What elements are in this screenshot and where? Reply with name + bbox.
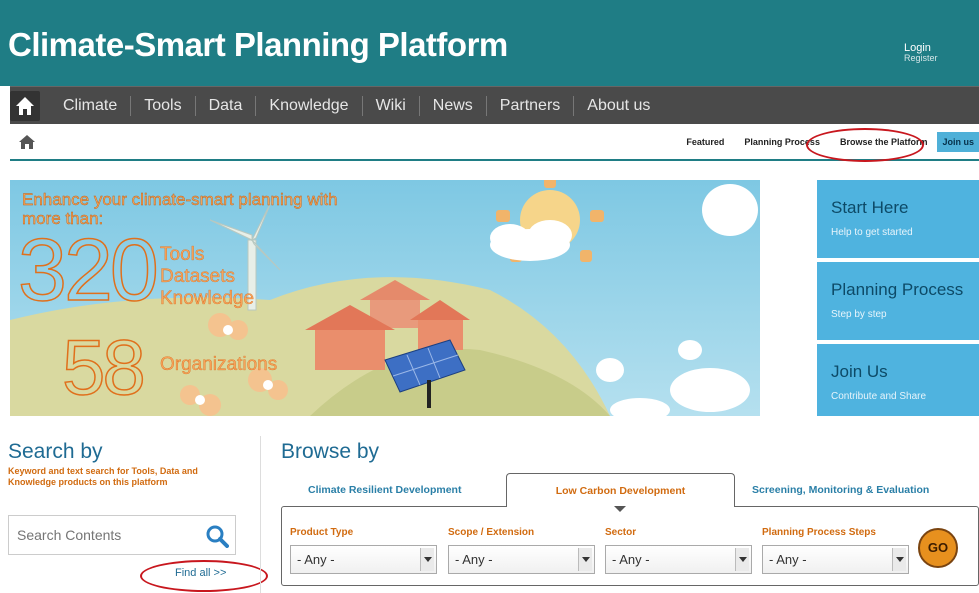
planning-process-panel[interactable]: Planning Process Step by step xyxy=(817,262,979,340)
banner-product-types: Tools Datasets Knowledge xyxy=(160,244,254,310)
sector-select[interactable]: - Any - xyxy=(605,545,752,574)
banner-organizations-label: Organizations xyxy=(160,354,278,375)
tab-low-carbon[interactable]: Low Carbon Development xyxy=(506,473,735,507)
home-icon xyxy=(16,97,34,115)
account-links: Login Register xyxy=(904,42,974,63)
chevron-down-icon xyxy=(578,548,592,571)
hero-banner[interactable]: Enhance your climate-smart planning with… xyxy=(10,180,760,416)
nav-item-knowledge[interactable]: Knowledge xyxy=(255,96,361,116)
active-tab-indicator xyxy=(614,506,626,512)
search-box xyxy=(8,515,236,555)
panel-title: Join Us xyxy=(831,362,888,381)
select-value: - Any - xyxy=(612,552,650,567)
planning-steps-select[interactable]: - Any - xyxy=(762,545,909,574)
chevron-down-icon xyxy=(420,548,434,571)
scope-extension-label: Scope / Extension xyxy=(448,527,535,538)
nav-item-climate[interactable]: Climate xyxy=(52,96,130,116)
product-type-select[interactable]: - Any - xyxy=(290,545,437,574)
panel-subtitle: Step by step xyxy=(831,309,887,320)
panel-subtitle: Contribute and Share xyxy=(831,391,927,402)
banner-count-products: 320 xyxy=(17,220,159,319)
go-button[interactable]: GO xyxy=(918,528,958,568)
panel-title: Planning Process xyxy=(831,280,964,299)
scope-extension-select[interactable]: - Any - xyxy=(448,545,595,574)
register-link[interactable]: Register xyxy=(904,53,974,63)
nav-item-tools[interactable]: Tools xyxy=(130,96,194,116)
select-value: - Any - xyxy=(297,552,335,567)
join-us-link[interactable]: Join us xyxy=(937,132,979,152)
sector-label: Sector xyxy=(605,527,637,538)
banner-count-organizations: 58 xyxy=(61,323,146,411)
section-divider xyxy=(260,436,261,593)
panel-title: Start Here xyxy=(831,198,909,217)
banner-line-knowledge: Knowledge xyxy=(160,288,255,309)
main-nav: Climate Tools Data Knowledge Wiki News P… xyxy=(10,86,979,124)
nav-item-news[interactable]: News xyxy=(418,96,486,116)
featured-link[interactable]: Featured xyxy=(686,137,724,147)
nav-item-partners[interactable]: Partners xyxy=(485,96,573,116)
select-value: - Any - xyxy=(769,552,807,567)
site-header: Climate-Smart Planning Platform Login Re… xyxy=(0,0,979,86)
nav-home-button[interactable] xyxy=(10,91,40,121)
annotation-circle xyxy=(806,128,924,162)
browse-by-heading: Browse by xyxy=(281,440,380,463)
start-here-panel[interactable]: Start Here Help to get started xyxy=(817,180,979,258)
tab-screening-monitoring[interactable]: Screening, Monitoring & Evaluation xyxy=(752,484,929,496)
chevron-down-icon xyxy=(892,548,906,571)
nav-item-wiki[interactable]: Wiki xyxy=(361,96,419,116)
chevron-down-icon xyxy=(735,548,749,571)
join-us-panel[interactable]: Join Us Contribute and Share xyxy=(817,344,979,416)
nav-item-data[interactable]: Data xyxy=(194,96,256,116)
site-title[interactable]: Climate-Smart Planning Platform xyxy=(8,26,508,64)
home-icon[interactable] xyxy=(18,134,36,150)
panel-subtitle: Help to get started xyxy=(831,227,913,238)
search-icon[interactable] xyxy=(205,524,229,548)
banner-line-tools: Tools xyxy=(160,244,205,265)
search-by-heading: Search by xyxy=(8,440,103,463)
banner-line-datasets: Datasets xyxy=(160,266,235,287)
search-description: Keyword and text search for Tools, Data … xyxy=(8,466,198,487)
annotation-circle xyxy=(140,560,268,592)
product-type-label: Product Type xyxy=(290,527,354,538)
tab-climate-resilient[interactable]: Climate Resilient Development xyxy=(308,484,461,496)
nav-item-about-us[interactable]: About us xyxy=(573,96,663,116)
select-value: - Any - xyxy=(455,552,493,567)
nav-items: Climate Tools Data Knowledge Wiki News P… xyxy=(52,87,663,125)
search-input[interactable] xyxy=(9,516,199,554)
browse-filter-panel: Product Type - Any - Scope / Extension -… xyxy=(281,506,979,586)
planning-steps-label: Planning Process Steps xyxy=(762,527,876,538)
